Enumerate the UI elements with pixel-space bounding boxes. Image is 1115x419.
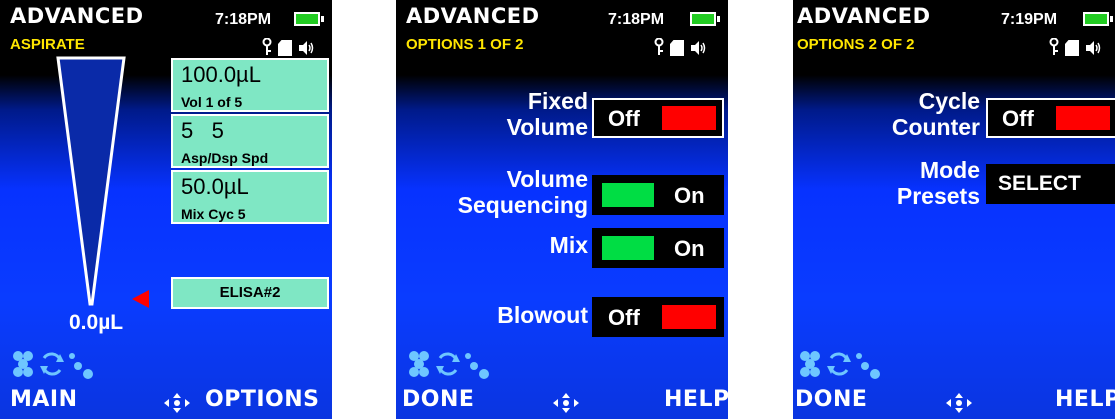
droplets-icon <box>856 353 880 379</box>
key-icon <box>1049 38 1059 56</box>
tile-caption: Asp/Dsp Spd <box>181 150 268 166</box>
battery-icon <box>294 12 320 26</box>
toggle-state: Off <box>1002 106 1034 132</box>
key-icon <box>654 38 664 56</box>
tip-eject-icon <box>409 351 429 377</box>
screen-subtitle: ASPIRATE <box>10 36 85 53</box>
speaker-icon <box>690 40 706 56</box>
mix-toggle[interactable]: On <box>592 228 724 268</box>
dpad-icon[interactable] <box>945 392 973 414</box>
tile-caption: Vol 1 of 5 <box>181 94 242 110</box>
switch-on-indicator <box>602 236 654 260</box>
clock: 7:18PM <box>608 11 664 29</box>
done-softkey[interactable]: DONE <box>795 387 867 412</box>
toggle-state: On <box>674 236 705 262</box>
cycle-counter-label: Cycle Counter <box>892 88 980 140</box>
speaker-icon <box>298 40 314 56</box>
mode-presets-select-button[interactable]: SELECT <box>986 164 1115 204</box>
fixed-volume-label: Fixed Volume <box>507 88 588 140</box>
status-icons <box>1049 36 1101 56</box>
blowout-label: Blowout <box>497 302 588 328</box>
switch-off-indicator <box>1056 106 1110 130</box>
memory-card-icon <box>1065 40 1079 56</box>
toggle-state: On <box>674 183 705 209</box>
dpad-icon[interactable] <box>163 392 191 414</box>
screen-title: ADVANCED <box>10 4 144 28</box>
tile-caption: Mix Cyc 5 <box>181 206 246 222</box>
screen-title: ADVANCED <box>406 4 540 28</box>
screen-subtitle: OPTIONS 2 OF 2 <box>797 36 915 53</box>
options-page-1-screen: ADVANCED OPTIONS 1 OF 2 7:18PM Fixed Vol… <box>396 0 728 419</box>
volume-sequencing-toggle[interactable]: On <box>592 175 724 215</box>
help-softkey[interactable]: HELP <box>664 387 728 412</box>
options-softkey[interactable]: OPTIONS <box>205 387 319 412</box>
main-softkey[interactable]: MAIN <box>10 387 78 412</box>
screen-title: ADVANCED <box>797 4 931 28</box>
droplets-icon <box>465 353 489 379</box>
battery-icon <box>690 12 716 26</box>
speaker-icon <box>1085 40 1101 56</box>
memory-card-icon <box>670 40 684 56</box>
volume-marker-icon <box>132 290 149 308</box>
help-softkey[interactable]: HELP <box>1055 387 1115 412</box>
speed-tile[interactable]: 5 5 Asp/Dsp Spd <box>171 114 329 168</box>
droplets-icon <box>69 353 93 379</box>
toggle-state: Off <box>608 305 640 331</box>
tool-icons <box>797 348 887 388</box>
key-icon <box>262 38 272 56</box>
tile-value: 100.0µL <box>181 62 261 88</box>
switch-off-indicator <box>662 305 716 329</box>
memory-card-icon <box>278 40 292 56</box>
status-icons <box>262 36 314 56</box>
status-icons <box>654 36 706 56</box>
cycle-counter-toggle[interactable]: Off <box>986 98 1115 138</box>
tool-icons <box>406 348 496 388</box>
tip-eject-icon <box>13 351 33 377</box>
cycle-icon <box>436 354 460 374</box>
toggle-state: Off <box>608 106 640 132</box>
mode-presets-label: Mode Presets <box>897 157 980 209</box>
blowout-toggle[interactable]: Off <box>592 297 724 337</box>
cycle-icon <box>40 354 64 374</box>
pipette-tip-gauge <box>56 56 126 306</box>
dpad-icon[interactable] <box>552 392 580 414</box>
tile-value: 50.0µL <box>181 174 249 200</box>
cycle-icon <box>827 354 851 374</box>
switch-on-indicator <box>602 183 654 207</box>
tile-value: 5 5 <box>181 118 224 144</box>
screen-subtitle: OPTIONS 1 OF 2 <box>406 36 524 53</box>
done-softkey[interactable]: DONE <box>402 387 474 412</box>
battery-icon <box>1083 12 1109 26</box>
program-name-tile[interactable]: ELISA#2 <box>171 277 329 309</box>
current-volume-readout: 0.0µL <box>69 311 123 335</box>
tip-eject-icon <box>800 351 820 377</box>
mix-label: Mix <box>550 232 588 258</box>
mix-tile[interactable]: 50.0µL Mix Cyc 5 <box>171 170 329 224</box>
aspirate-screen: ADVANCED ASPIRATE 7:18PM 0.0µL 100.0µL V… <box>0 0 332 419</box>
tool-icons <box>10 348 100 388</box>
switch-off-indicator <box>662 106 716 130</box>
clock: 7:18PM <box>215 11 271 29</box>
options-page-2-screen: ADVANCED OPTIONS 2 OF 2 7:19PM Cycle Cou… <box>793 0 1115 419</box>
clock: 7:19PM <box>1001 11 1057 29</box>
volume-sequencing-label: Volume Sequencing <box>458 166 588 218</box>
volume-tile[interactable]: 100.0µL Vol 1 of 5 <box>171 58 329 112</box>
fixed-volume-toggle[interactable]: Off <box>592 98 724 138</box>
